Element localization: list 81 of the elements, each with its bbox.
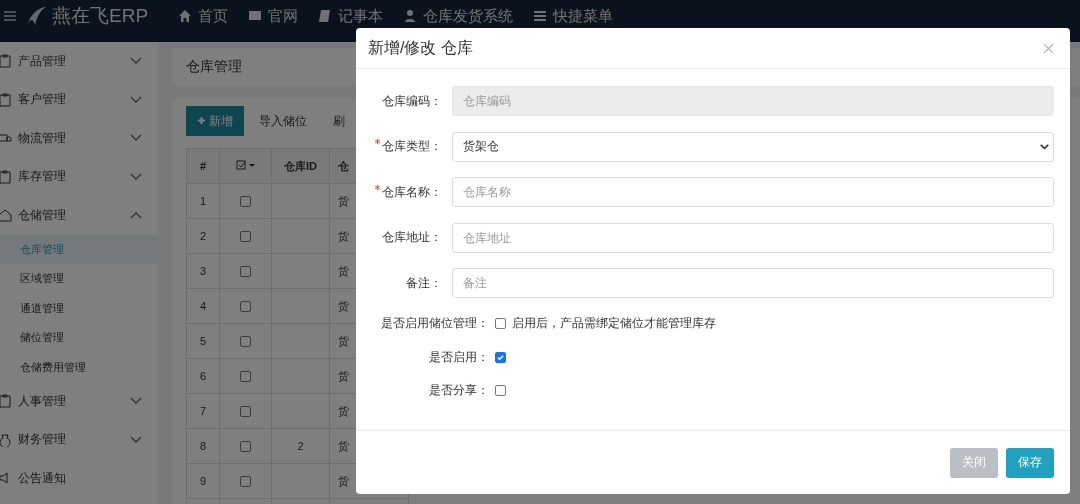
column-header: 仓库ID bbox=[271, 148, 330, 184]
table-cell: 8 bbox=[186, 428, 220, 464]
chevron-up-icon bbox=[130, 211, 142, 220]
nav-link[interactable]: 官网 bbox=[248, 7, 299, 25]
input-field[interactable]: 仓库名称 bbox=[452, 177, 1054, 207]
table-cell: 1 bbox=[186, 183, 220, 219]
bird-logo-icon bbox=[26, 5, 48, 27]
table-cell: 2 bbox=[186, 218, 220, 254]
sidebar-subitem[interactable]: 区域管理 bbox=[0, 264, 158, 294]
chevron-down-icon bbox=[1040, 143, 1049, 150]
sidebar-item[interactable]: 物流管理 bbox=[0, 119, 158, 158]
clipboard-icon bbox=[0, 169, 12, 184]
sidebar-subitem[interactable]: 通道管理 bbox=[0, 293, 158, 323]
option-label: 是否分享： bbox=[428, 382, 490, 399]
row-checkbox[interactable] bbox=[240, 371, 251, 383]
row-checkbox[interactable] bbox=[240, 336, 251, 348]
option-hint: 启用后，产品需绑定储位才能管理库存 bbox=[512, 315, 716, 332]
input-field[interactable]: 仓库地址 bbox=[452, 222, 1054, 253]
bag-icon bbox=[0, 432, 12, 447]
notepad-icon bbox=[318, 9, 333, 23]
sidebar-item[interactable]: 库存管理 bbox=[0, 157, 158, 196]
checkbox[interactable] bbox=[495, 318, 506, 329]
row-checkbox[interactable] bbox=[240, 441, 251, 453]
plus-icon bbox=[197, 115, 206, 125]
chevron-down-icon bbox=[130, 57, 142, 66]
row-checkbox[interactable] bbox=[240, 266, 251, 278]
nav-link[interactable]: 快捷菜单 bbox=[533, 7, 614, 25]
menu-icon[interactable] bbox=[4, 11, 16, 21]
table-cell: 7 bbox=[186, 393, 220, 429]
table-cell: 2 bbox=[297, 440, 304, 452]
house-icon bbox=[0, 208, 12, 223]
dialog-button[interactable]: 保存 bbox=[1006, 447, 1054, 478]
sidebar-item[interactable]: 客户管理 bbox=[0, 80, 158, 119]
row-checkbox[interactable] bbox=[240, 406, 251, 418]
page-title: 仓库管理 bbox=[186, 58, 242, 76]
asterisk-icon bbox=[374, 138, 381, 145]
sidebar-subitem[interactable]: 仓储费用管理 bbox=[0, 352, 158, 382]
sidebar-item[interactable]: 人事管理 bbox=[0, 382, 158, 421]
monitor-icon bbox=[248, 9, 263, 23]
sidebar-item[interactable]: 财务管理 bbox=[0, 420, 158, 459]
chevron-down-icon bbox=[130, 172, 142, 181]
select-field[interactable]: 货架仓 bbox=[452, 131, 1054, 162]
chevron-down-icon bbox=[130, 397, 142, 406]
person-icon bbox=[403, 9, 418, 23]
checkbox[interactable] bbox=[495, 385, 506, 396]
checkbox[interactable] bbox=[495, 351, 506, 363]
table-cell: 5 bbox=[186, 323, 220, 359]
nav-link[interactable]: 首页 bbox=[178, 7, 229, 25]
nav-link[interactable]: 记事本 bbox=[318, 7, 384, 25]
table-cell: 9 bbox=[186, 463, 220, 499]
app-logo: 燕在飞ERP bbox=[52, 5, 149, 27]
field-label: 仓库编码： bbox=[382, 93, 442, 108]
close-icon[interactable] bbox=[1043, 42, 1054, 54]
chevron-down-icon bbox=[130, 435, 142, 444]
nav-link[interactable]: 仓库发货系统 bbox=[403, 7, 514, 25]
checkbox-menu-icon[interactable] bbox=[235, 160, 256, 170]
sidebar-item[interactable]: 仓储管理 bbox=[0, 196, 158, 235]
toolbar-button[interactable]: 新增 bbox=[186, 106, 244, 136]
row-checkbox[interactable] bbox=[240, 301, 251, 313]
clipboard-icon bbox=[0, 394, 12, 409]
dialog-title: 新增/修改 仓库 bbox=[368, 37, 473, 58]
sidebar-item[interactable]: 公告通知 bbox=[0, 459, 158, 498]
list-icon bbox=[533, 9, 548, 23]
sidebar-subitem[interactable]: 储位管理 bbox=[0, 323, 158, 353]
column-header: # bbox=[186, 148, 220, 184]
asterisk-icon bbox=[374, 183, 381, 191]
table-cell: 4 bbox=[186, 288, 220, 324]
clipboard-icon bbox=[0, 54, 12, 69]
chevron-down-icon bbox=[130, 134, 142, 143]
row-checkbox[interactable] bbox=[240, 476, 251, 488]
chevron-down-icon bbox=[130, 95, 142, 104]
row-checkbox[interactable] bbox=[240, 231, 251, 243]
input-field[interactable]: 备注 bbox=[452, 268, 1054, 298]
table-cell: 6 bbox=[186, 358, 220, 394]
row-checkbox[interactable] bbox=[240, 196, 251, 208]
table-cell: 3 bbox=[186, 253, 220, 289]
sidebar-item[interactable]: 产品管理 bbox=[0, 42, 158, 81]
option-label: 是否启用： bbox=[428, 348, 490, 366]
home-icon bbox=[178, 9, 193, 23]
clipboard-icon bbox=[0, 92, 12, 107]
field-label: 备注： bbox=[406, 275, 442, 290]
